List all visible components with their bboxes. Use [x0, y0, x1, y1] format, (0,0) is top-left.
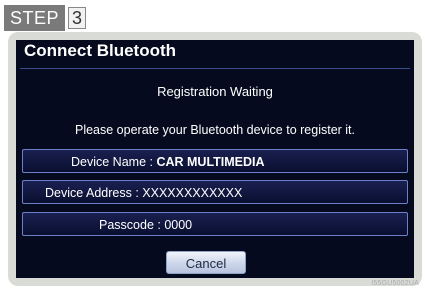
image-code: I55GU5002UA: [371, 280, 419, 287]
instruction-text: Please operate your Bluetooth device to …: [74, 123, 356, 137]
device-address-row: Device Address : XXXXXXXXXXXX: [22, 180, 408, 204]
passcode-value: 0000: [164, 218, 193, 232]
device-address-label: Device Address :: [45, 186, 143, 200]
passcode-row: Passcode : 0000: [22, 212, 408, 236]
title-divider: [20, 68, 410, 69]
step-label: STEP: [4, 5, 66, 31]
bluetooth-dialog: Connect Bluetooth Registration Waiting P…: [16, 40, 414, 278]
device-name-value: CAR MULTIMEDIA: [156, 155, 265, 169]
registration-status: Registration Waiting: [157, 84, 273, 99]
device-name-row: Device Name : CAR MULTIMEDIA: [22, 149, 408, 173]
passcode-label: Passcode :: [99, 218, 165, 232]
dialog-title: Connect Bluetooth: [24, 41, 177, 60]
cancel-button[interactable]: Cancel: [166, 251, 246, 274]
device-name-label: Device Name :: [71, 155, 157, 169]
device-address-value: XXXXXXXXXXXX: [142, 186, 243, 200]
step-indicator: STEP 3: [4, 4, 87, 32]
step-number: 3: [68, 7, 87, 29]
